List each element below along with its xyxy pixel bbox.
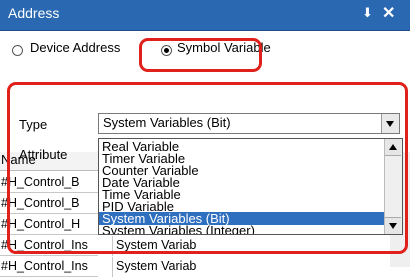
- dropdown-option[interactable]: System Variables (Integer): [99, 224, 385, 234]
- symbol-variable-label[interactable]: Symbol Variable: [177, 40, 271, 55]
- type-select[interactable]: System Variables (Bit): [98, 113, 400, 134]
- close-icon[interactable]: ✕: [382, 3, 395, 23]
- type-label: Type: [19, 117, 48, 132]
- table-row[interactable]: #H_Control_B: [0, 173, 98, 193]
- attribute-label: Attribute: [19, 147, 68, 162]
- table-row[interactable]: #H_Control_H: [0, 215, 98, 235]
- scroll-down-button[interactable]: [385, 217, 401, 234]
- type-select-dropdown-button[interactable]: [381, 114, 399, 133]
- scroll-up-button[interactable]: [385, 139, 401, 156]
- chevron-down-icon: [386, 121, 394, 127]
- table-row[interactable]: #H_Control_Ins: [0, 236, 98, 256]
- table-row-type[interactable]: System Variab: [112, 257, 196, 277]
- device-address-radio[interactable]: [12, 45, 23, 56]
- table-row-type[interactable]: System Variab: [112, 236, 196, 256]
- pin-icon[interactable]: ⬇: [362, 5, 373, 21]
- device-address-label[interactable]: Device Address: [30, 40, 120, 55]
- table-row[interactable]: #H_Control_B: [0, 194, 98, 214]
- chevron-down-icon: [389, 223, 397, 229]
- type-dropdown-list[interactable]: Real Variable Timer Variable Counter Var…: [98, 138, 403, 235]
- title-bar: Address ⬇ ✕: [0, 0, 410, 31]
- dropdown-scrollbar[interactable]: [384, 139, 402, 234]
- window-title: Address: [8, 5, 60, 21]
- symbol-variable-radio[interactable]: [161, 45, 172, 56]
- chevron-up-icon: [389, 144, 397, 150]
- type-select-value: System Variables (Bit): [103, 115, 231, 130]
- table-row[interactable]: #H_Control_Ins: [0, 257, 98, 277]
